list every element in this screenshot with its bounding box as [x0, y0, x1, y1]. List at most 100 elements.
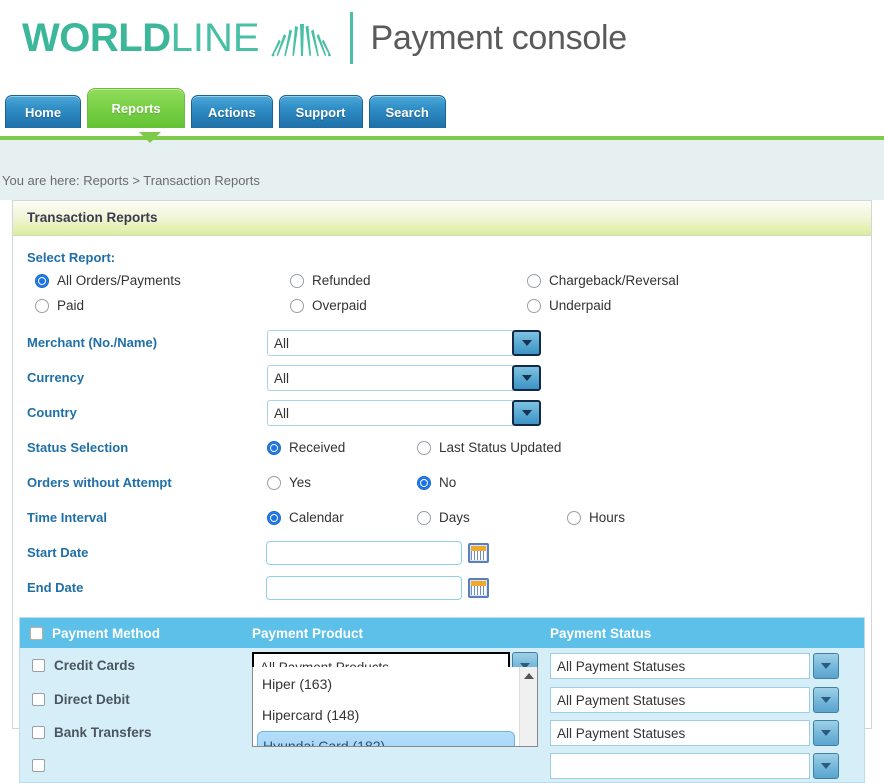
calendar-icon-start-date[interactable]: [468, 542, 489, 563]
radio-icon-last-status-updated[interactable]: [417, 440, 431, 455]
end-date-input[interactable]: [266, 575, 462, 600]
row-status-selection: Status Selection Received Last Status Up…: [27, 430, 871, 465]
checkbox-direct-debit[interactable]: [32, 693, 45, 706]
header-label-payment-product: Payment Product: [252, 625, 364, 641]
radio-all-orders-payments[interactable]: All Orders/Payments: [35, 273, 290, 288]
radio-icon-days[interactable]: [417, 510, 431, 525]
header-cell-payment-status: Payment Status: [550, 626, 864, 641]
merchant-label: Merchant (No./Name): [27, 335, 158, 350]
radio-hours[interactable]: Hours: [567, 510, 625, 525]
select-all-checkbox[interactable]: [30, 626, 43, 640]
cell-payment-method: Bank Transfers: [20, 725, 252, 740]
cell-payment-status: [550, 752, 864, 779]
radio-icon-orders-yes[interactable]: [267, 475, 281, 490]
merchant-select-value[interactable]: All: [267, 329, 513, 356]
label-bank-transfers: Bank Transfers: [54, 725, 152, 740]
fan-wave-icon: [270, 23, 332, 60]
row-end-date: End Date: [27, 570, 871, 605]
start-date-label: Start Date: [27, 545, 89, 560]
radio-icon-overpaid[interactable]: [290, 298, 304, 313]
radio-last-status-updated[interactable]: Last Status Updated: [417, 440, 561, 455]
tab-search[interactable]: Search: [368, 95, 446, 128]
radio-label: Yes: [289, 475, 312, 490]
radio-refunded[interactable]: Refunded: [290, 273, 527, 288]
calendar-icon-end-date[interactable]: [468, 577, 489, 598]
radio-label: All Orders/Payments: [57, 273, 181, 288]
header-label-payment-status: Payment Status: [550, 625, 652, 641]
dropdown-options: Hiper (163) Hipercard (148) Hyundai Card…: [253, 667, 519, 746]
brand-logo: WORLD LINE Payment console: [22, 12, 627, 64]
dropdown-item-hiper[interactable]: Hiper (163): [253, 669, 519, 700]
country-dropdown-button[interactable]: [512, 399, 541, 426]
currency-dropdown-button[interactable]: [512, 364, 541, 391]
time-interval-radio-group: Calendar Days Hours: [267, 510, 625, 525]
radio-orders-yes[interactable]: Yes: [267, 475, 417, 490]
tab-home[interactable]: Home: [5, 95, 81, 128]
payment-status-dropdown-button[interactable]: [813, 686, 839, 713]
brand-world-text: WORLD: [22, 16, 171, 60]
radio-label: No: [439, 475, 457, 490]
chevron-down-icon: [821, 696, 831, 703]
merchant-select[interactable]: All: [267, 329, 541, 356]
tab-support[interactable]: Support: [278, 95, 363, 128]
transaction-reports-panel: Transaction Reports Select Report: All O…: [12, 200, 872, 783]
radio-icon-all-orders-payments[interactable]: [35, 273, 49, 288]
radio-icon-refunded[interactable]: [290, 273, 304, 288]
radio-icon-hours[interactable]: [567, 510, 581, 525]
radio-icon-calendar[interactable]: [267, 510, 281, 525]
payment-table-header: Payment Method Payment Product Payment S…: [20, 618, 864, 648]
radio-label: Hours: [589, 510, 626, 525]
cell-payment-method: Direct Debit: [20, 692, 252, 707]
radio-days[interactable]: Days: [417, 510, 567, 525]
radio-icon-paid[interactable]: [35, 298, 49, 313]
payment-product-dropdown-list[interactable]: Hiper (163) Hipercard (148) Hyundai Card…: [252, 667, 538, 747]
radio-overpaid[interactable]: Overpaid: [290, 298, 527, 313]
cell-payment-status: All Payment Statuses: [550, 719, 864, 746]
chevron-down-icon: [821, 729, 831, 736]
radio-received[interactable]: Received: [267, 440, 417, 455]
radio-icon-underpaid[interactable]: [527, 298, 541, 313]
radio-calendar[interactable]: Calendar: [267, 510, 417, 525]
time-interval-label: Time Interval: [27, 510, 107, 525]
row-orders-without-attempt: Orders without Attempt Yes No: [27, 465, 871, 500]
chevron-down-icon: [521, 409, 532, 416]
payment-status-dropdown-button[interactable]: [813, 752, 839, 779]
tab-reports[interactable]: Reports: [87, 88, 185, 128]
radio-label: Chargeback/Reversal: [549, 273, 679, 288]
checkbox-bank-transfers[interactable]: [32, 726, 45, 739]
logo-divider: [349, 12, 353, 64]
start-date-input[interactable]: [266, 540, 462, 565]
currency-select[interactable]: All: [267, 364, 541, 391]
radio-icon-chargeback-reversal[interactable]: [527, 273, 541, 288]
payment-status-dropdown-button[interactable]: [813, 652, 839, 679]
country-select[interactable]: All: [267, 399, 541, 426]
scroll-up-arrow-icon[interactable]: [523, 673, 534, 679]
tab-actions[interactable]: Actions: [191, 95, 273, 128]
radio-paid[interactable]: Paid: [35, 298, 290, 313]
checkbox-credit-cards[interactable]: [32, 659, 45, 672]
radio-icon-orders-no[interactable]: [417, 475, 431, 490]
country-select-value[interactable]: All: [267, 399, 513, 426]
currency-select-value[interactable]: All: [267, 364, 513, 391]
payment-status-select-value[interactable]: All Payment Statuses: [550, 686, 810, 713]
product-name: Payment console: [370, 19, 628, 57]
radio-icon-received[interactable]: [267, 440, 281, 455]
radio-chargeback-reversal[interactable]: Chargeback/Reversal: [527, 273, 871, 288]
dropdown-item-hyundai-card[interactable]: Hyundai Card (182): [257, 731, 515, 746]
cell-payment-status: All Payment Statuses: [550, 652, 864, 679]
status-selection-radio-group: Received Last Status Updated: [267, 440, 561, 455]
payment-status-select-value[interactable]: [550, 752, 810, 779]
dropdown-item-hipercard[interactable]: Hipercard (148): [253, 700, 519, 731]
row-currency: Currency All: [27, 360, 871, 395]
page-header: WORLD LINE Payment console: [0, 0, 884, 88]
radio-underpaid[interactable]: Underpaid: [527, 298, 871, 313]
merchant-dropdown-button[interactable]: [512, 329, 541, 356]
checkbox-row-4[interactable]: [32, 759, 45, 772]
radio-orders-no[interactable]: No: [417, 475, 456, 490]
payment-status-select-value[interactable]: All Payment Statuses: [550, 719, 810, 746]
payment-status-select-value[interactable]: All Payment Statuses: [550, 652, 810, 679]
radio-label: Underpaid: [549, 298, 612, 313]
dropdown-scrollbar[interactable]: [519, 667, 537, 746]
payment-status-dropdown-button[interactable]: [813, 719, 839, 746]
cell-payment-method: Credit Cards: [20, 658, 252, 673]
